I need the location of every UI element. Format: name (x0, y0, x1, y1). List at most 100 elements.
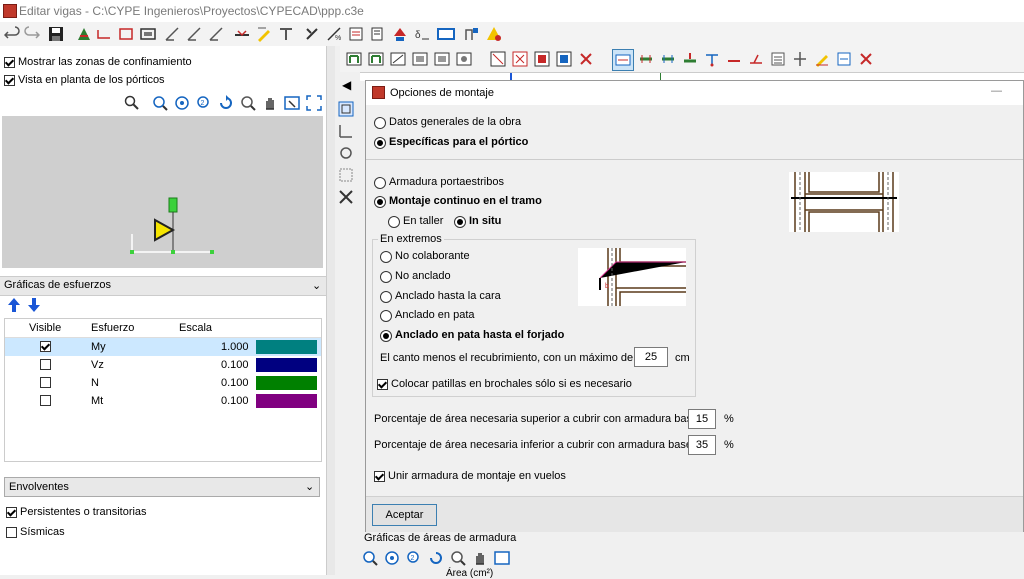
zoom-back-icon[interactable] (362, 550, 378, 566)
tool-7-icon[interactable] (304, 26, 320, 42)
doc-icon[interactable] (338, 167, 354, 183)
zoom-window-icon[interactable] (174, 95, 190, 111)
redo-icon[interactable] (24, 26, 40, 42)
tool-4-icon[interactable] (234, 26, 250, 42)
warning-icon[interactable] (486, 26, 502, 42)
row-scale[interactable]: 1.000 (221, 338, 249, 356)
table-row[interactable]: N 0.100 (5, 374, 321, 392)
tool-13-icon[interactable] (436, 26, 456, 42)
beam-tool-8-icon[interactable] (512, 51, 528, 67)
beam-tool-22-icon[interactable] (836, 51, 852, 67)
beam-rect-icon[interactable] (118, 26, 134, 42)
show-confinement-checkbox[interactable] (4, 57, 15, 68)
seismic-checkbox[interactable] (6, 527, 17, 538)
armadura-portaestribos-radio[interactable] (374, 177, 386, 189)
row-scale[interactable]: 0.100 (221, 374, 249, 392)
zoom-window-icon[interactable] (384, 550, 400, 566)
tool-10-icon[interactable] (370, 26, 386, 42)
tools-icon[interactable] (338, 189, 354, 205)
tool-8-icon[interactable]: % (326, 26, 342, 42)
pan-icon[interactable] (472, 550, 488, 566)
anclado-pata-radio[interactable] (380, 310, 392, 322)
row-color-swatch[interactable] (256, 394, 317, 408)
beam-tool-15-icon[interactable] (682, 51, 698, 67)
window-icon[interactable] (284, 95, 300, 111)
beam-tool-11-icon[interactable] (578, 51, 594, 67)
beam-tool-18-icon[interactable] (748, 51, 764, 67)
tool-11-icon[interactable] (392, 26, 408, 42)
zoom-fit-icon[interactable] (240, 95, 256, 111)
zoom-fit-icon[interactable] (450, 550, 466, 566)
undo-icon[interactable] (4, 26, 20, 42)
rotate-icon[interactable] (218, 95, 234, 111)
accept-button[interactable]: Aceptar (372, 504, 437, 526)
row-scale[interactable]: 0.100 (221, 392, 249, 410)
in-situ-radio[interactable] (454, 216, 466, 228)
arrow-up-icon[interactable] (6, 297, 22, 313)
beam-tool-1-icon[interactable] (346, 51, 362, 67)
beam-tool-2-icon[interactable] (368, 51, 384, 67)
beam-tool-9-icon[interactable] (534, 51, 550, 67)
plan-view-checkbox[interactable] (4, 75, 15, 86)
splitter[interactable] (326, 46, 335, 575)
tool-14-icon[interactable] (464, 26, 480, 42)
table-row[interactable]: My 1.000 (5, 338, 321, 356)
tool-12-icon[interactable]: δ (414, 26, 430, 42)
section-icon[interactable] (140, 26, 156, 42)
beam-edit-icon[interactable] (76, 26, 92, 42)
table-row[interactable]: Mt 0.100 (5, 392, 321, 410)
beam-tool-20-icon[interactable] (792, 51, 808, 67)
sup-percent-input[interactable]: 15 (688, 409, 716, 429)
specific-frame-radio[interactable] (374, 137, 386, 149)
unir-montaje-checkbox[interactable] (374, 471, 385, 482)
minimize-icon[interactable]: — (991, 85, 1002, 97)
search-icon[interactable] (124, 95, 140, 111)
beam-tool-13-icon[interactable] (638, 51, 654, 67)
persistent-checkbox[interactable] (6, 507, 17, 518)
row-color-swatch[interactable] (256, 358, 317, 372)
row-visible-checkbox[interactable] (40, 359, 51, 370)
no-colaborante-radio[interactable] (380, 251, 392, 263)
canto-input[interactable]: 25 (634, 347, 668, 367)
montaje-continuo-radio[interactable] (374, 196, 386, 208)
fit-icon[interactable] (306, 95, 322, 111)
chevron-down-icon[interactable]: ⌄ (312, 279, 321, 292)
window-icon[interactable] (494, 550, 510, 566)
beam-tool-17-icon[interactable] (726, 51, 742, 67)
general-data-radio[interactable] (374, 117, 386, 129)
beam-tool-23-icon[interactable] (858, 51, 874, 67)
beam-tool-6-icon[interactable] (456, 51, 472, 67)
tool-2-icon[interactable] (186, 26, 202, 42)
beam-tool-14-icon[interactable] (660, 51, 676, 67)
beam-tool-19-icon[interactable] (770, 51, 786, 67)
row-scale[interactable]: 0.100 (221, 356, 249, 374)
beam-tool-5-icon[interactable] (434, 51, 450, 67)
arrow-down-icon[interactable] (26, 297, 42, 313)
save-icon[interactable] (48, 26, 64, 42)
beam-tool-4-icon[interactable] (412, 51, 428, 67)
graphs-header[interactable]: Gráficas de esfuerzos ⌄ (0, 276, 326, 296)
zoom-back-icon[interactable] (152, 95, 168, 111)
preview-viewport[interactable] (2, 116, 323, 268)
angle-icon[interactable] (338, 123, 354, 139)
envelope-select[interactable]: Envolventes ⌄ (4, 477, 320, 497)
refresh-icon[interactable] (338, 145, 354, 161)
anclado-pata-forjado-radio[interactable] (380, 330, 392, 342)
zoom-2-icon[interactable]: 2 (406, 550, 422, 566)
rotate-icon[interactable] (428, 550, 444, 566)
pan-icon[interactable] (262, 95, 278, 111)
no-anclado-radio[interactable] (380, 271, 392, 283)
tool-9-icon[interactable] (348, 26, 364, 42)
row-color-swatch[interactable] (256, 340, 317, 354)
beam-tool-12-icon[interactable] (612, 49, 634, 71)
row-color-swatch[interactable] (256, 376, 317, 390)
tool-6-icon[interactable] (278, 26, 294, 42)
tool-5-icon[interactable] (256, 26, 272, 42)
table-row[interactable]: Vz 0.100 (5, 356, 321, 374)
zoom-2-icon[interactable]: 2 (196, 95, 212, 111)
en-taller-radio[interactable] (388, 216, 400, 228)
tool-3-icon[interactable] (208, 26, 224, 42)
beam-line-icon[interactable] (96, 26, 112, 42)
patillas-checkbox[interactable] (377, 379, 388, 390)
beam-tool-3-icon[interactable] (390, 51, 406, 67)
